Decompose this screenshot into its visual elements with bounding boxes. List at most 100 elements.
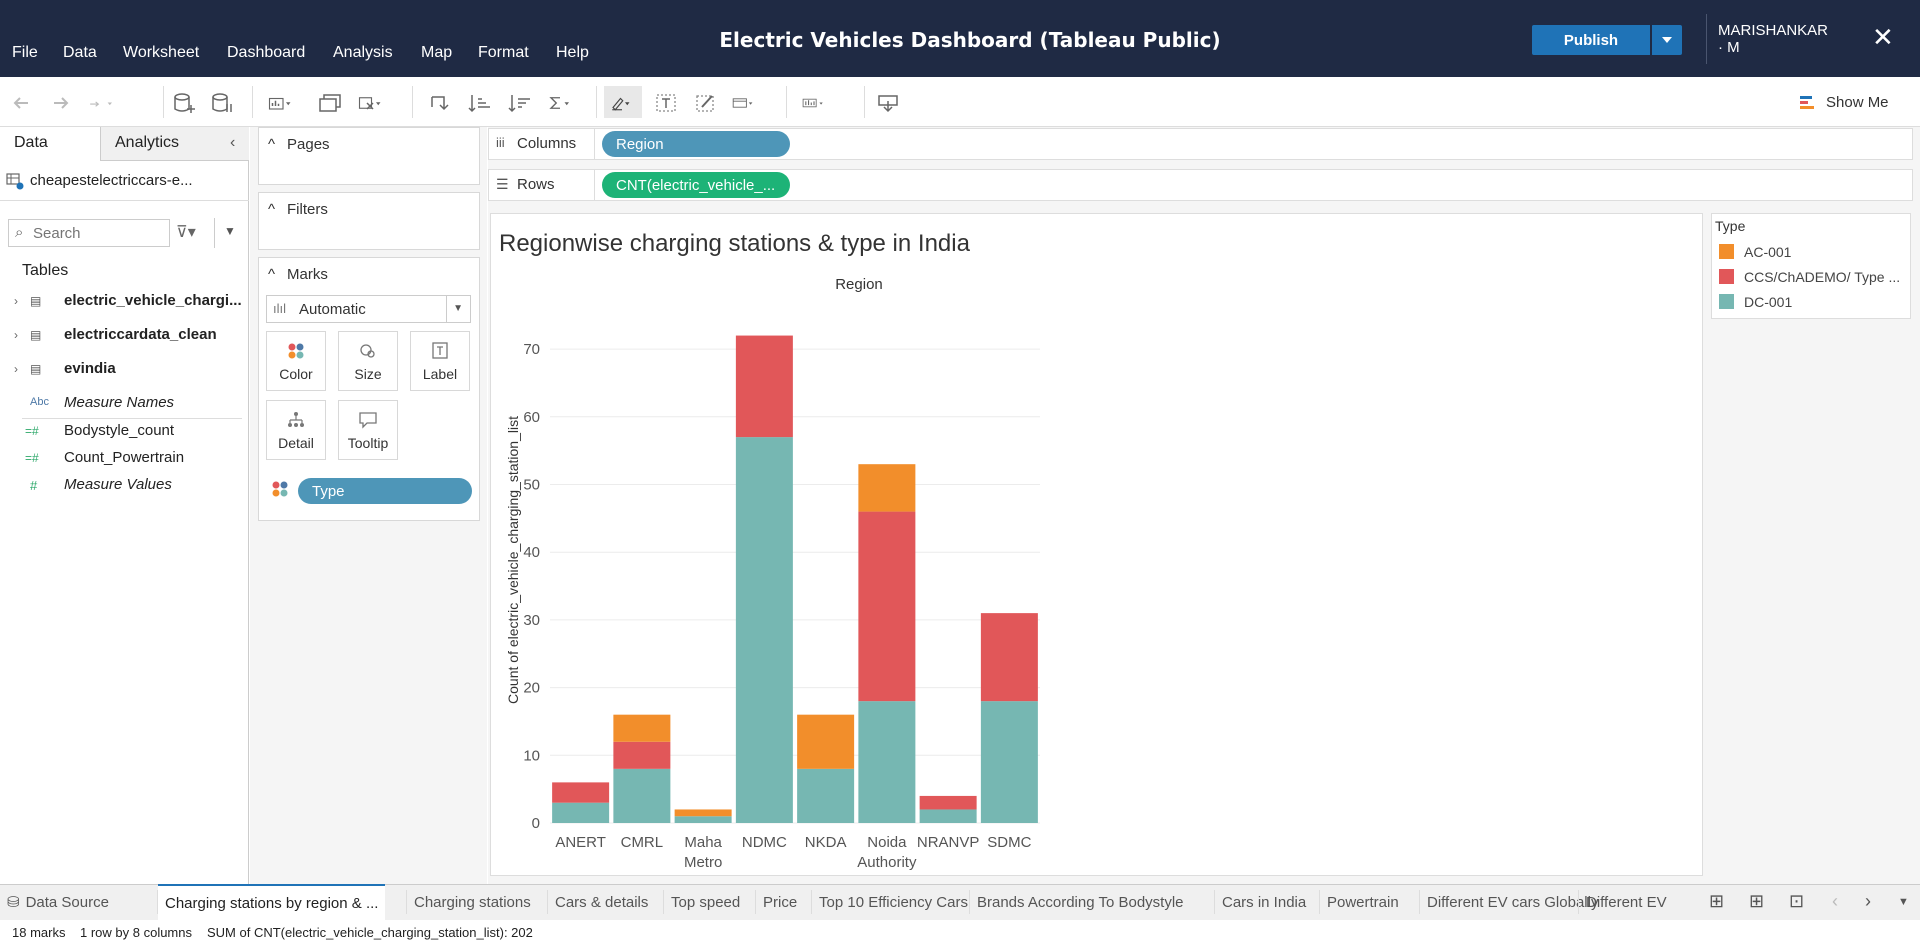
sheet-tab[interactable]: Top speed [664, 884, 747, 920]
legend-item[interactable]: CCS/ChADEMO/ Type ... [1744, 269, 1900, 285]
y-axis-title: Count of electric_vehicle_charging_stati… [505, 416, 521, 704]
sort-descending-icon[interactable] [508, 93, 532, 113]
swap-rows-columns-icon[interactable] [428, 93, 452, 113]
clear-sheet-icon[interactable] [358, 93, 390, 113]
x-tick-label: Noida [867, 834, 907, 851]
publish-button[interactable]: Publish [1532, 25, 1650, 55]
close-icon[interactable]: ✕ [1872, 24, 1894, 50]
fit-icon[interactable] [732, 93, 772, 113]
menu-map[interactable]: Map [421, 44, 452, 62]
new-worksheet-tab-icon[interactable]: ⊞ [1709, 891, 1724, 912]
show-mark-labels-icon[interactable] [654, 93, 678, 113]
legend-item[interactable]: AC-001 [1744, 244, 1791, 260]
publish-dropdown-button[interactable] [1652, 25, 1682, 55]
sheet-tab[interactable]: Powertrain [1320, 884, 1406, 920]
mark-type-select[interactable]: ılıl Automatic ▼ [266, 295, 471, 323]
size-button[interactable]: Size [338, 331, 398, 391]
label-button[interactable]: Label [410, 331, 470, 391]
field-item[interactable]: Measure Names [64, 394, 174, 411]
totals-icon[interactable] [548, 93, 580, 113]
replay-icon[interactable] [88, 93, 132, 113]
y-tick-label: 60 [523, 409, 540, 426]
y-tick-label: 10 [523, 747, 540, 764]
new-dashboard-tab-icon[interactable]: ⊞ [1749, 891, 1764, 912]
bar-segment [858, 464, 916, 512]
new-worksheet-icon[interactable] [268, 93, 300, 113]
show-cards-icon[interactable] [802, 93, 846, 113]
detail-button[interactable]: Detail [266, 400, 326, 460]
sheet-tab[interactable]: Top 10 Efficiency Cars [812, 884, 975, 920]
data-source-tab[interactable]: ⛁ Data Source [0, 884, 116, 920]
sheet-tab[interactable]: Charging stations [407, 884, 538, 920]
tab-menu-icon[interactable]: ▼ [1898, 896, 1909, 908]
sort-ascending-icon[interactable] [468, 93, 492, 113]
user-name[interactable]: MARISHANKAR · M [1718, 22, 1828, 56]
filter-fields-icon[interactable]: ⊽▾ [176, 222, 196, 242]
menu-dashboard[interactable]: Dashboard [227, 44, 305, 62]
field-item[interactable]: Bodystyle_count [64, 422, 174, 439]
sheet-tab[interactable]: Brands According To Bodystyle [970, 884, 1191, 920]
menu-analysis[interactable]: Analysis [333, 44, 393, 62]
color-legend[interactable]: Type AC-001 CCS/ChADEMO/ Type ... DC-001 [1711, 213, 1911, 319]
scroll-left-icon[interactable]: ‹ [1832, 891, 1838, 912]
number-type-icon: =# [25, 451, 39, 465]
pause-datasource-icon[interactable] [210, 93, 234, 113]
tooltip-icon [339, 411, 397, 432]
collapse-icon[interactable]: ^ [268, 201, 275, 218]
datasource-name[interactable]: cheapestelectriccars-e... [30, 172, 193, 189]
tab-analytics[interactable]: Analytics [115, 134, 179, 152]
columns-icon: iii [496, 135, 505, 150]
legend-swatch [1719, 244, 1734, 259]
view-options-icon[interactable]: ▼ [224, 224, 236, 238]
show-me-icon[interactable] [1796, 93, 1816, 113]
color-button[interactable]: Color [266, 331, 326, 391]
menu-worksheet[interactable]: Worksheet [123, 44, 199, 62]
x-axis-title: Region [835, 276, 883, 293]
menu-format[interactable]: Format [478, 44, 529, 62]
sheet-tab[interactable]: Cars & details [548, 884, 655, 920]
field-item[interactable]: Measure Values [64, 476, 172, 493]
presentation-mode-icon[interactable] [876, 93, 900, 113]
new-datasource-icon[interactable] [172, 93, 196, 113]
divider [594, 128, 595, 160]
table-item[interactable]: evindia [64, 360, 116, 377]
menu-file[interactable]: File [12, 44, 38, 62]
bar-segment [613, 714, 671, 742]
undo-icon[interactable] [10, 93, 34, 113]
x-tick-label: Authority [857, 854, 917, 871]
sheet-tab[interactable]: Different EV [1579, 884, 1699, 920]
sheet-tab[interactable]: Cars in India [1215, 884, 1313, 920]
search-input[interactable]: ⌕ [8, 219, 170, 247]
format-workbook-icon[interactable] [694, 93, 718, 113]
field-item[interactable]: Count_Powertrain [64, 449, 184, 466]
table-item[interactable]: electric_vehicle_chargi... [64, 292, 242, 309]
bar-segment [552, 782, 610, 803]
scroll-right-icon[interactable]: › [1865, 891, 1871, 912]
app-title: Electric Vehicles Dashboard (Tableau Pub… [719, 28, 1221, 52]
collapse-icon[interactable]: ^ [268, 266, 275, 283]
sheet-tab[interactable]: Charging stations by region & ... [158, 884, 386, 920]
tooltip-button[interactable]: Tooltip [338, 400, 398, 460]
count-pill[interactable]: CNT(electric_vehicle_... [602, 172, 790, 198]
highlight-icon[interactable] [610, 93, 642, 113]
redo-icon[interactable] [48, 93, 72, 113]
sheet-tab[interactable]: Price [756, 884, 804, 920]
search-field[interactable] [33, 223, 163, 243]
x-tick-label: CMRL [621, 834, 664, 851]
expand-icon[interactable]: › [14, 328, 18, 342]
menu-data[interactable]: Data [63, 44, 97, 62]
legend-item[interactable]: DC-001 [1744, 294, 1792, 310]
table-item[interactable]: electriccardata_clean [64, 326, 217, 343]
expand-icon[interactable]: › [14, 362, 18, 376]
tab-data[interactable]: Data [14, 134, 48, 152]
region-pill[interactable]: Region [602, 131, 790, 157]
collapse-pane-icon[interactable]: ‹ [230, 134, 235, 152]
collapse-icon[interactable]: ^ [268, 136, 275, 153]
duplicate-sheet-icon[interactable] [318, 93, 342, 113]
bar-segment [735, 335, 793, 438]
show-me-button[interactable]: Show Me [1826, 94, 1889, 111]
type-color-pill[interactable]: Type [298, 478, 472, 504]
new-story-tab-icon[interactable]: ⊡ [1789, 891, 1804, 912]
expand-icon[interactable]: › [14, 294, 18, 308]
menu-help[interactable]: Help [556, 44, 589, 62]
